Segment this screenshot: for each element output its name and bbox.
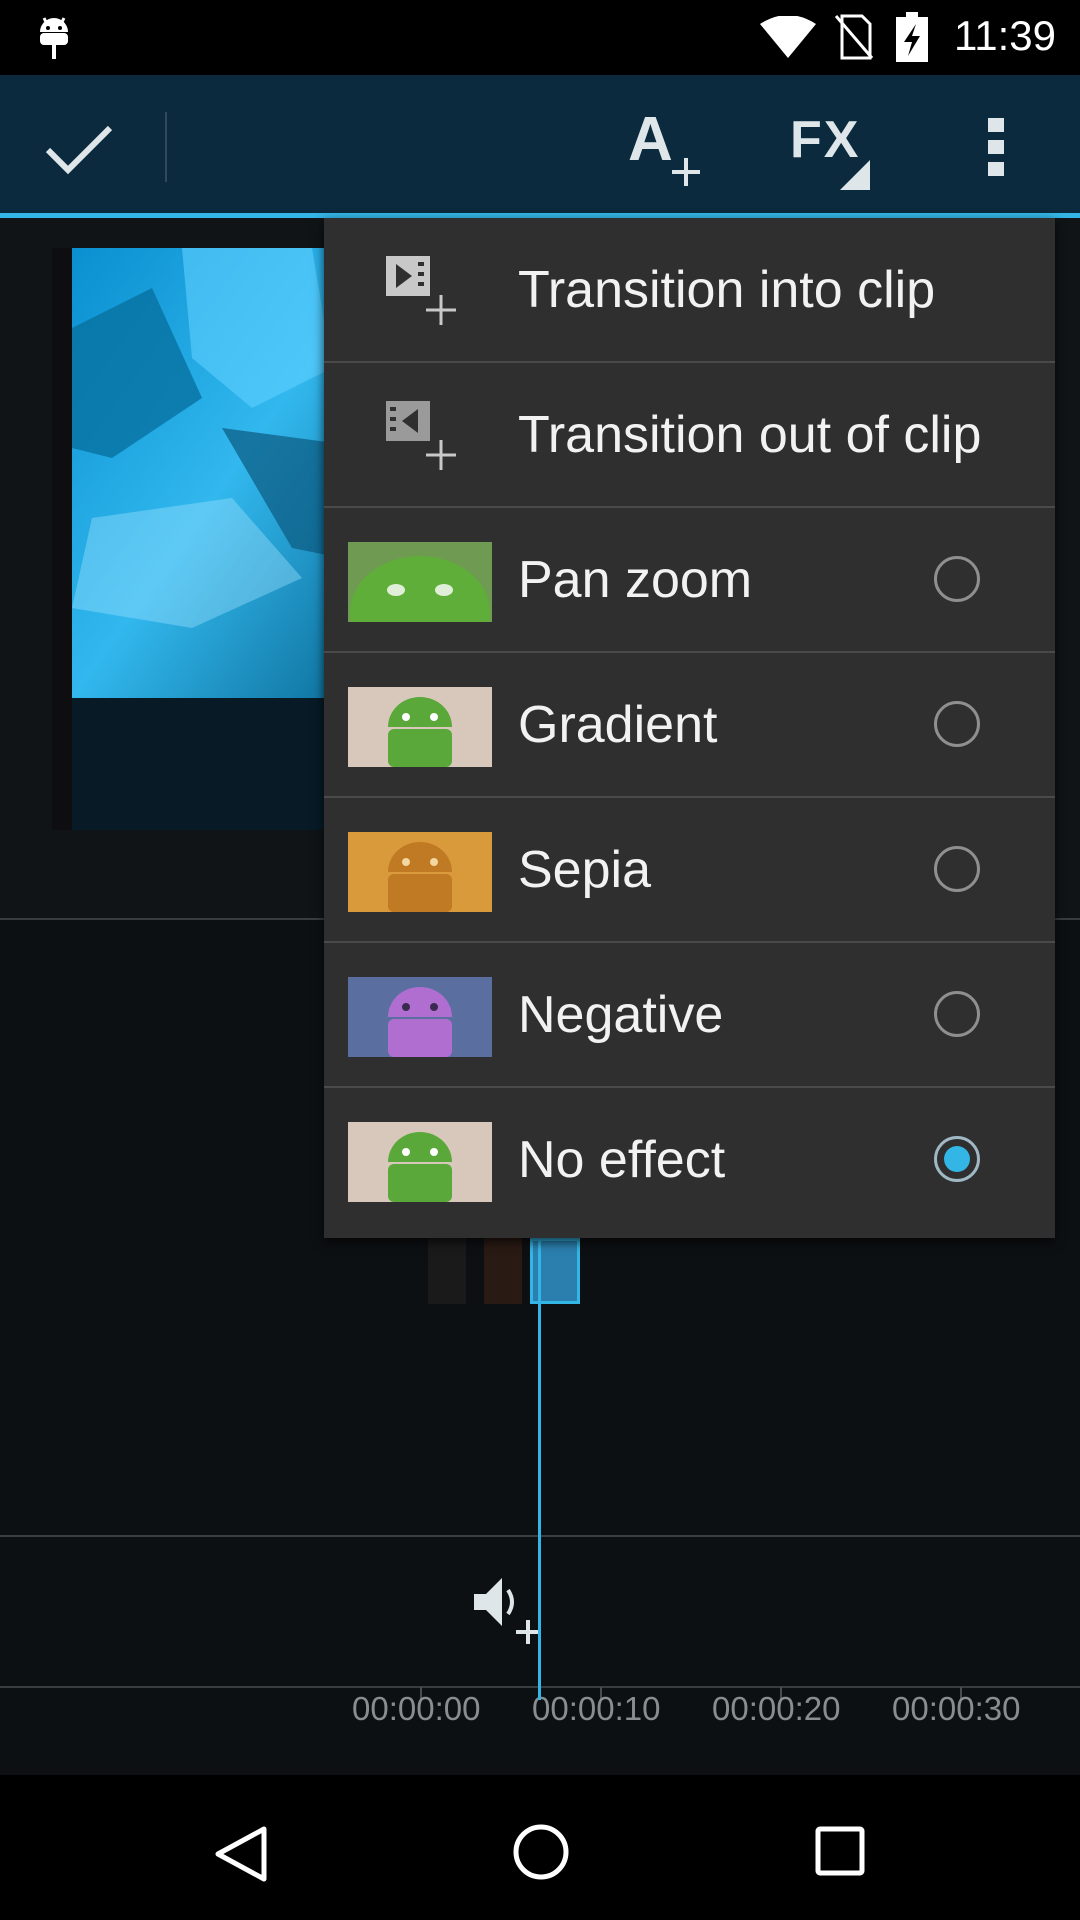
sepia-thumbnail xyxy=(348,832,492,912)
navigation-bar xyxy=(0,1775,1080,1920)
preview-lower-area xyxy=(72,698,352,830)
menu-item-transition-in[interactable]: Transition into clip xyxy=(324,218,1055,363)
clip-thumbnail[interactable] xyxy=(428,1238,466,1304)
overflow-menu-icon[interactable] xyxy=(986,116,1006,183)
menu-item-label: No effect xyxy=(518,1131,726,1189)
fx-corner-icon xyxy=(840,160,870,195)
menu-item-label: Gradient xyxy=(518,696,718,754)
playhead[interactable] xyxy=(538,1238,541,1700)
add-audio-icon[interactable] xyxy=(470,1570,542,1655)
transition-out-icon xyxy=(382,397,462,478)
ruler-label: 00:00:10 xyxy=(532,1690,661,1727)
negative-radio[interactable] xyxy=(934,991,980,1037)
ruler-label: 00:00:00 xyxy=(352,1690,481,1727)
battery-charging-icon xyxy=(896,12,928,67)
add-text-icon[interactable]: A xyxy=(628,105,702,193)
checkmark-icon[interactable] xyxy=(44,122,114,181)
gradient-thumbnail xyxy=(348,687,492,767)
menu-item-gradient[interactable]: Gradient xyxy=(324,653,1055,798)
clip-thumbnail[interactable] xyxy=(484,1238,522,1304)
menu-item-label: Negative xyxy=(518,986,724,1044)
no-effect-radio[interactable] xyxy=(934,1136,980,1182)
ruler-label: 00:00:30 xyxy=(892,1690,1021,1727)
wifi-icon xyxy=(760,15,816,63)
menu-item-label: Transition out of clip xyxy=(518,406,982,464)
action-bar xyxy=(0,75,1080,213)
action-bar-divider xyxy=(165,112,167,182)
menu-item-no-effect[interactable]: No effect xyxy=(324,1088,1055,1233)
menu-item-transition-out[interactable]: Transition out of clip xyxy=(324,363,1055,508)
gradient-radio[interactable] xyxy=(934,701,980,747)
android-debug-icon xyxy=(36,14,72,65)
menu-item-label: Sepia xyxy=(518,841,651,899)
svg-text:A: A xyxy=(628,108,673,174)
effects-popup-menu: Transition into clip Transition out of c… xyxy=(324,218,1055,1238)
clock: 11:39 xyxy=(954,12,1056,59)
menu-item-sepia[interactable]: Sepia xyxy=(324,798,1055,943)
menu-item-label: Transition into clip xyxy=(518,261,936,319)
status-bar: 11:39 xyxy=(0,0,1080,75)
sepia-radio[interactable] xyxy=(934,846,980,892)
video-preview[interactable] xyxy=(52,248,352,830)
home-icon[interactable] xyxy=(512,1823,570,1886)
no-effect-thumbnail xyxy=(348,1122,492,1202)
menu-item-negative[interactable]: Negative xyxy=(324,943,1055,1088)
no-sim-icon xyxy=(834,14,874,65)
pan-zoom-thumbnail xyxy=(348,542,492,622)
negative-thumbnail xyxy=(348,977,492,1057)
pan-zoom-radio[interactable] xyxy=(934,556,980,602)
preview-image xyxy=(72,248,352,698)
ruler-label: 00:00:20 xyxy=(712,1690,841,1727)
transition-in-icon xyxy=(382,252,462,333)
menu-item-pan-zoom[interactable]: Pan zoom xyxy=(324,508,1055,653)
menu-item-label: Pan zoom xyxy=(518,551,753,609)
recents-icon[interactable] xyxy=(814,1825,866,1882)
back-icon[interactable] xyxy=(212,1825,268,1888)
